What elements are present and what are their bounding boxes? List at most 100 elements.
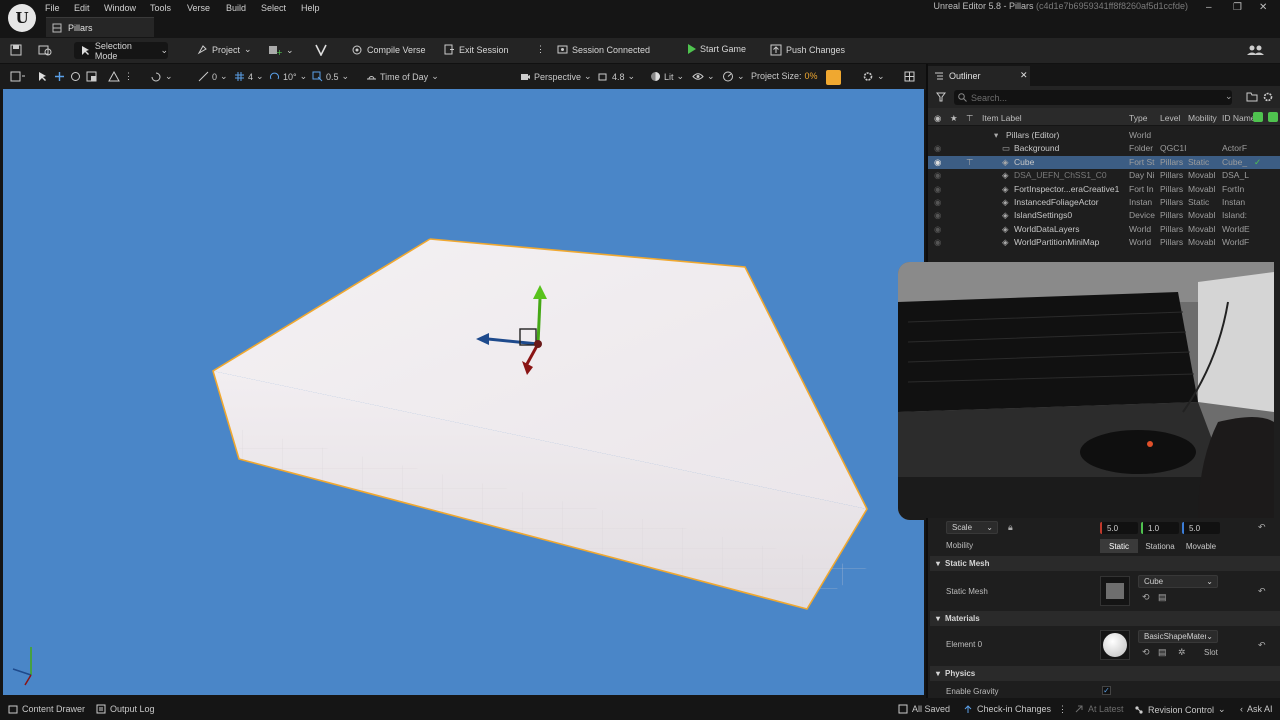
surface-snap-icon[interactable] — [108, 71, 120, 82]
add-actor-button[interactable]: + ⌄ — [268, 44, 294, 56]
pin-icon[interactable]: ⊤ — [966, 157, 973, 168]
material-dropdown[interactable]: BasicShapeMater ⌄ — [1138, 630, 1218, 643]
view-mode-dropdown[interactable]: Lit ⌄ — [650, 71, 684, 82]
browse-to-asset-icon[interactable]: ⟲ — [1142, 592, 1150, 603]
unreal-logo-icon[interactable]: U — [8, 4, 36, 32]
visibility-eye-icon[interactable]: ◉ — [934, 157, 941, 168]
outliner-row[interactable]: ▾ Pillars (Editor) World — [928, 129, 1280, 142]
favorite-column-star-icon[interactable]: ★ — [950, 113, 958, 124]
rotation-snap-dropdown[interactable]: 10° ⌄ — [269, 71, 307, 82]
selection-mode-dropdown[interactable]: Selection Mode ⌄ — [74, 41, 168, 61]
ask-ai-button[interactable]: ‹ Ask AI — [1240, 704, 1273, 714]
reset-icon[interactable]: ↶ — [1258, 522, 1266, 533]
static-mesh-dropdown[interactable]: Cube ⌄ — [1138, 575, 1218, 588]
reset-icon[interactable]: ↶ — [1258, 586, 1266, 597]
scalability-dropdown[interactable]: ⌄ — [722, 71, 745, 82]
grid-snap-dropdown[interactable]: 4 ⌄ — [234, 71, 264, 82]
scale-x-field[interactable]: 5.0 — [1100, 522, 1138, 534]
time-of-day-dropdown[interactable]: Time of Day ⌄ — [366, 71, 439, 82]
visibility-eye-icon[interactable]: ◉ — [934, 210, 941, 221]
outliner-row[interactable]: ◉ ◈ InstancedFoliageActor Instan Pillars Stat… — [928, 196, 1280, 209]
outliner-row[interactable]: ◉ ◈ WorldDataLayers World Pillars Movabl World… — [928, 223, 1280, 236]
viewport-menu-button[interactable] — [10, 71, 26, 82]
exit-session-button[interactable]: Exit Session — [444, 44, 509, 55]
show-dropdown[interactable]: ⌄ — [692, 71, 715, 82]
close-window-button[interactable]: ✕ — [1259, 2, 1267, 13]
column-item-label[interactable]: Item Label — [982, 113, 1022, 123]
scale-snap-dropdown[interactable]: 0.5 ⌄ — [312, 71, 349, 82]
all-saved-status[interactable]: All Saved — [898, 704, 950, 714]
outliner-row[interactable]: ◉ ▭ Background Folder QGC1I ActorF — [928, 142, 1280, 155]
folder-icon[interactable]: ▤ — [1158, 592, 1167, 603]
settings-dropdown[interactable]: ⌄ — [862, 71, 885, 82]
menu-edit[interactable]: Edit — [74, 3, 90, 13]
perspective-dropdown[interactable]: Perspective ⌄ — [520, 71, 592, 82]
revision-control-dropdown[interactable]: Revision Control ⌄ — [1134, 704, 1226, 715]
tab-outliner[interactable]: Outliner ✕ — [928, 66, 1030, 86]
lock-icon[interactable]: 🔒︎ — [1008, 522, 1013, 533]
outliner-row[interactable]: ◉ ◈ WorldPartitionMiniMap World Pillars Movab… — [928, 236, 1280, 249]
layout-button[interactable] — [904, 71, 915, 82]
maximize-button[interactable]: ❐ — [1233, 2, 1242, 13]
visibility-eye-icon[interactable]: ◉ — [934, 143, 941, 154]
tab-pillars[interactable]: Pillars — [46, 17, 154, 37]
minimize-button[interactable]: – — [1206, 2, 1212, 13]
content-browser-button[interactable] — [38, 44, 52, 56]
pin-column-icon[interactable]: ⊤ — [966, 113, 973, 124]
checkin-changes-button[interactable]: Check-in Changes — [963, 704, 1051, 714]
visibility-eye-icon[interactable]: ◉ — [934, 184, 941, 195]
menu-tools[interactable]: Tools — [150, 3, 171, 13]
select-tool-icon[interactable] — [38, 71, 47, 82]
close-tab-icon[interactable]: ✕ — [1020, 70, 1028, 81]
scale-y-field[interactable]: 1.0 — [1141, 522, 1179, 534]
gear-icon[interactable]: ✲ — [1178, 647, 1186, 658]
column-level[interactable]: Level — [1160, 113, 1180, 123]
outliner-search-input[interactable]: Search... — [954, 90, 1232, 105]
scale-mode-dropdown[interactable]: Scale ⌄ — [946, 521, 998, 534]
outliner-row[interactable]: ◉ ◈ FortInspector...eraCreative1 Fort In Pil… — [928, 183, 1280, 196]
session-status[interactable]: Session Connected — [557, 44, 650, 55]
scale-z-field[interactable]: 5.0 — [1182, 522, 1220, 534]
rotate-tool-icon[interactable] — [70, 71, 81, 82]
viewport-scene[interactable] — [3, 89, 924, 695]
content-drawer-button[interactable]: Content Drawer — [8, 704, 85, 714]
gear-icon[interactable] — [1262, 91, 1274, 105]
level-viewport[interactable]: ⋮ ⌄ 0 ⌄ 4 ⌄ 10° ⌄ 0.5 ⌄ Time of Day ⌄ Perspec… — [0, 64, 926, 698]
visibility-eye-icon[interactable]: ◉ — [934, 237, 941, 248]
translate-tool-icon[interactable] — [54, 71, 65, 82]
at-latest-status[interactable]: At Latest — [1074, 704, 1124, 714]
start-game-button[interactable]: Start Game — [688, 44, 746, 54]
static-mesh-thumbnail[interactable] — [1100, 576, 1130, 606]
compile-verse-button[interactable]: Compile Verse — [351, 44, 426, 56]
verse-button[interactable] — [314, 44, 328, 56]
visibility-eye-icon[interactable]: ◉ — [934, 224, 941, 235]
chevron-down-icon[interactable]: ⌄ — [1225, 91, 1233, 102]
save-button[interactable] — [10, 44, 22, 56]
menu-build[interactable]: Build — [226, 3, 246, 13]
menu-window[interactable]: Window — [104, 3, 136, 13]
browse-to-asset-icon[interactable]: ⟲ — [1142, 647, 1150, 658]
materials-section-header[interactable]: ▾ Materials — [930, 611, 1280, 626]
outliner-row[interactable]: ◉ ◈ IslandSettings0 Device Pillars Movabl Isla… — [928, 209, 1280, 222]
menu-help[interactable]: Help — [301, 3, 320, 13]
more-options-icon[interactable]: ⋮ — [536, 44, 545, 55]
visibility-eye-icon[interactable]: ◉ — [934, 197, 941, 208]
outliner-row[interactable]: ◉ ⊤ ◈ Cube Fort St Pillars Static Cube_ ✓ — [928, 155, 1280, 169]
material-thumbnail[interactable] — [1100, 630, 1130, 660]
realtime-toggle-icon[interactable] — [826, 70, 841, 85]
outliner-row[interactable]: ◉ ◈ DSA_UEFN_ChSS1_C0 Day Ni Pillars Movabl DS… — [928, 169, 1280, 182]
camera-speed-dropdown[interactable]: 4.8 ⌄ — [598, 71, 635, 82]
mobility-stationary-button[interactable]: Stationa — [1140, 539, 1180, 553]
mobility-movable-button[interactable]: Movable — [1182, 539, 1220, 553]
more-options-icon[interactable]: ⋮ — [1058, 704, 1067, 715]
visibility-eye-icon[interactable]: ◉ — [934, 170, 941, 181]
filter-icon[interactable] — [936, 91, 950, 105]
add-folder-icon[interactable] — [1246, 91, 1258, 104]
column-type[interactable]: Type — [1129, 113, 1147, 123]
menu-verse[interactable]: Verse — [187, 3, 210, 13]
scale-tool-icon[interactable] — [86, 71, 97, 82]
visibility-column-eye-icon[interactable]: ◉ — [934, 113, 941, 124]
reset-icon[interactable]: ↶ — [1258, 640, 1266, 651]
menu-select[interactable]: Select — [261, 3, 286, 13]
mobility-static-button[interactable]: Static — [1100, 539, 1138, 553]
